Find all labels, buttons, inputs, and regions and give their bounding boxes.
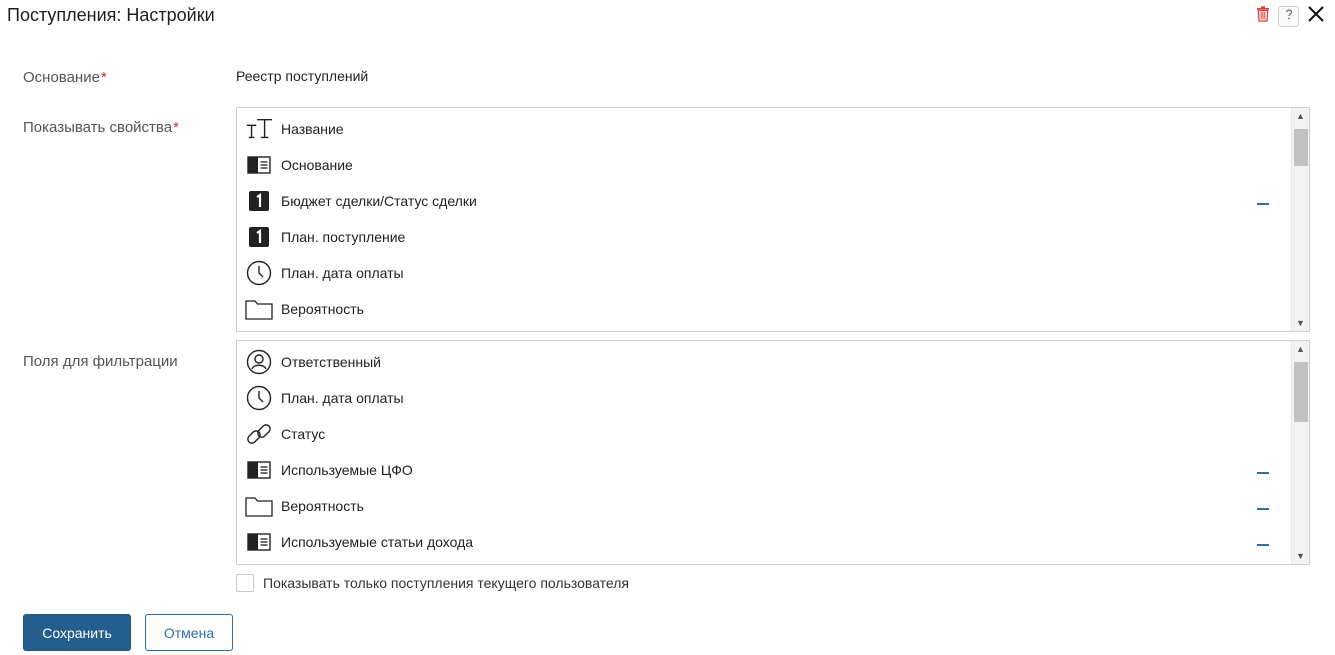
scroll-down-button[interactable]: ▼ <box>1292 548 1309 564</box>
list-item-label: Основание <box>281 157 353 173</box>
list-item-label: Вероятность <box>281 498 364 514</box>
header-actions <box>1256 5 1325 28</box>
basis-label: Основание* <box>23 69 107 86</box>
list-item[interactable]: Статус <box>237 416 1291 452</box>
list-item[interactable]: Используемые статьи дохода <box>237 524 1291 560</box>
delete-button[interactable] <box>1256 6 1270 27</box>
remove-item-button[interactable] <box>1257 508 1269 510</box>
remove-item-button[interactable] <box>1257 472 1269 474</box>
filter-fields-label: Поля для фильтрации <box>23 353 178 370</box>
number-icon <box>245 223 273 251</box>
list-item[interactable]: Название <box>237 111 1291 147</box>
scrollbar[interactable]: ▲ ▼ <box>1291 108 1309 331</box>
document-icon <box>245 151 273 179</box>
folder-icon <box>245 295 273 323</box>
page-title: Поступления: Настройки <box>7 5 215 25</box>
close-icon <box>1307 5 1325 28</box>
list-item-label: План. поступление <box>281 229 406 245</box>
number-icon <box>245 187 273 215</box>
cancel-button[interactable]: Отмена <box>145 614 233 651</box>
save-button[interactable]: Сохранить <box>23 614 131 651</box>
clock-icon <box>245 259 273 287</box>
current-user-only-row: Показывать только поступления текущего п… <box>236 574 629 592</box>
help-button[interactable] <box>1278 6 1299 27</box>
document-icon <box>245 456 273 484</box>
list-item[interactable]: План. дата оплаты <box>237 255 1291 291</box>
filter-fields-listbox[interactable]: Ответственный План. дата оплаты Статус Испо… <box>236 340 1310 565</box>
list-item-label: Название <box>281 121 344 137</box>
list-item[interactable]: План. поступление <box>237 219 1291 255</box>
close-button[interactable] <box>1307 5 1325 28</box>
current-user-only-checkbox[interactable] <box>236 574 254 592</box>
scroll-up-button[interactable]: ▲ <box>1292 341 1309 357</box>
show-properties-label-text: Показывать свойства <box>23 119 173 136</box>
scroll-thumb[interactable] <box>1294 362 1308 422</box>
list-item[interactable]: Ответственный <box>237 344 1291 380</box>
trash-icon <box>1256 6 1270 27</box>
list-item-label: Ответственный <box>281 354 381 370</box>
required-mark: * <box>173 119 179 136</box>
text-type-icon <box>245 115 273 143</box>
remove-item-button[interactable] <box>1257 544 1269 546</box>
list-item-label: План. дата оплаты <box>281 390 404 406</box>
list-item-label: Вероятность <box>281 301 364 317</box>
link-icon <box>245 420 273 448</box>
list-item[interactable]: Вероятность <box>237 488 1291 524</box>
scroll-thumb[interactable] <box>1294 129 1308 166</box>
list-item[interactable]: План. дата оплаты <box>237 380 1291 416</box>
show-properties-items: Название Основание Бюджет сделки/Статус сд… <box>237 111 1291 327</box>
user-icon <box>245 348 273 376</box>
remove-item-button[interactable] <box>1257 203 1269 205</box>
help-icon <box>1284 8 1294 26</box>
folder-icon <box>245 492 273 520</box>
list-item-label: Используемые ЦФО <box>281 462 413 478</box>
list-item-label: Бюджет сделки/Статус сделки <box>281 193 477 209</box>
list-item[interactable]: Основание <box>237 147 1291 183</box>
list-item-label: Статус <box>281 426 326 442</box>
scroll-down-button[interactable]: ▼ <box>1292 315 1309 331</box>
current-user-only-label: Показывать только поступления текущего п… <box>263 575 629 591</box>
list-item-label: План. дата оплаты <box>281 265 404 281</box>
filter-fields-items: Ответственный План. дата оплаты Статус Испо… <box>237 344 1291 560</box>
basis-value: Реестр поступлений <box>236 68 369 84</box>
list-item[interactable]: Используемые ЦФО <box>237 452 1291 488</box>
list-item[interactable]: Вероятность <box>237 291 1291 327</box>
list-item-label: Используемые статьи дохода <box>281 534 474 550</box>
clock-icon <box>245 384 273 412</box>
scroll-up-button[interactable]: ▲ <box>1292 108 1309 124</box>
show-properties-listbox[interactable]: Название Основание Бюджет сделки/Статус сд… <box>236 107 1310 332</box>
document-icon <box>245 528 273 556</box>
required-mark: * <box>100 69 107 86</box>
list-item[interactable]: Бюджет сделки/Статус сделки <box>237 183 1291 219</box>
show-properties-label: Показывать свойства* <box>23 119 179 136</box>
scrollbar[interactable]: ▲ ▼ <box>1291 341 1309 564</box>
basis-label-text: Основание <box>23 69 100 86</box>
